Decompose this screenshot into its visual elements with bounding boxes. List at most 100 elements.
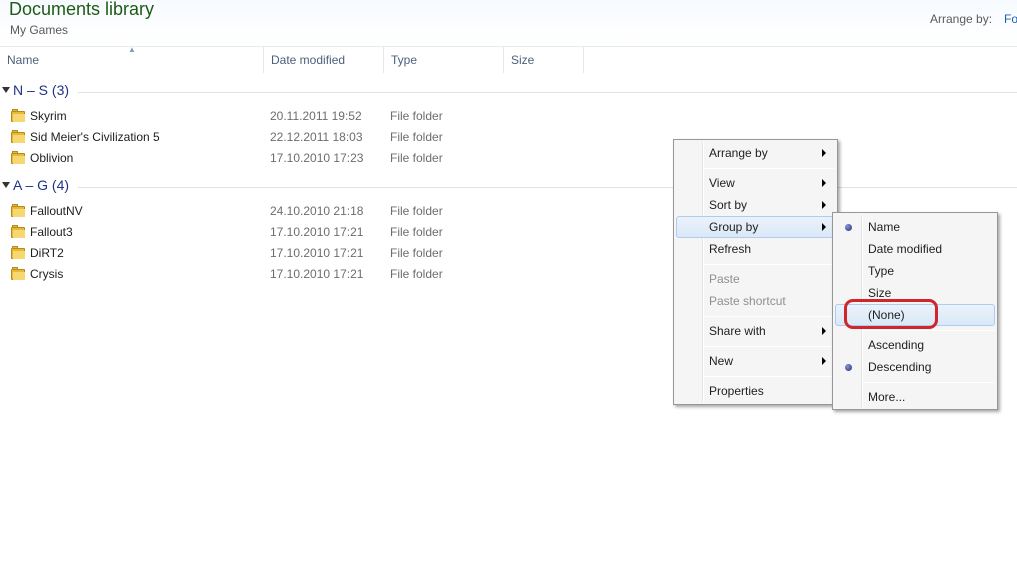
list-item[interactable]: DiRT2 17.10.2010 17:21 File folder: [0, 243, 600, 264]
menu-separator: [704, 376, 835, 377]
annotation-highlight-circle: [844, 299, 938, 329]
item-type: File folder: [390, 246, 443, 260]
item-type: File folder: [390, 225, 443, 239]
menu-separator: [863, 382, 995, 383]
menu-item-label: View: [709, 176, 735, 190]
list-item[interactable]: FalloutNV 24.10.2010 21:18 File folder: [0, 201, 600, 222]
list-item[interactable]: Oblivion 17.10.2010 17:23 File folder: [0, 148, 600, 169]
column-size[interactable]: Size: [504, 47, 584, 73]
item-name: DiRT2: [30, 246, 64, 260]
folder-icon: [11, 109, 25, 122]
folder-icon: [11, 151, 25, 164]
group-header-n-s[interactable]: N – S (3): [0, 81, 1017, 101]
menu-separator: [704, 316, 835, 317]
menu-item-label: Refresh: [709, 242, 752, 256]
menu-item-properties[interactable]: Properties: [676, 380, 835, 402]
item-type: File folder: [390, 267, 443, 281]
list-item[interactable]: Sid Meier's Civilization 5 22.12.2011 18…: [0, 127, 600, 148]
column-date-modified[interactable]: Date modified: [264, 47, 384, 73]
menu-item-view[interactable]: View: [676, 172, 835, 194]
group-label: A – G (4): [13, 177, 70, 193]
group-divider: [78, 187, 1017, 188]
collapse-triangle-icon[interactable]: [2, 182, 10, 188]
item-type: File folder: [390, 151, 443, 165]
submenu-item-ascending[interactable]: Ascending: [835, 334, 995, 356]
menu-item-label: Ascending: [868, 338, 925, 352]
item-name: Crysis: [30, 267, 64, 281]
menu-item-label: New: [709, 354, 734, 368]
item-name: FalloutNV: [30, 204, 83, 218]
column-name[interactable]: Name: [0, 47, 264, 73]
item-type: File folder: [390, 109, 443, 123]
group-divider: [78, 92, 1017, 93]
radio-selected-icon: [845, 364, 852, 371]
library-subtitle: My Games: [10, 23, 69, 37]
item-date: 24.10.2010 21:18: [270, 204, 364, 218]
submenu-arrow-icon: [822, 357, 826, 365]
menu-item-label: More...: [868, 390, 906, 404]
item-name: Oblivion: [30, 151, 74, 165]
menu-item-label: Share with: [709, 324, 766, 338]
menu-item-label: Group by: [709, 220, 759, 234]
menu-item-new[interactable]: New: [676, 350, 835, 372]
menu-item-label: Date modified: [868, 242, 943, 256]
library-header: Documents library My Games Arrange by: F…: [0, 0, 1017, 44]
library-title: Documents library: [9, 0, 155, 19]
item-date: 17.10.2010 17:21: [270, 267, 364, 281]
arrange-by-dropdown[interactable]: Fo: [1004, 12, 1017, 26]
menu-item-label: Paste shortcut: [709, 294, 786, 308]
submenu-arrow-icon: [822, 223, 826, 231]
submenu-item-date-modified[interactable]: Date modified: [835, 238, 995, 260]
submenu-item-name[interactable]: Name: [835, 216, 995, 238]
menu-item-label: Paste: [709, 272, 740, 286]
item-name: Fallout3: [30, 225, 73, 239]
list-item[interactable]: Fallout3 17.10.2010 17:21 File folder: [0, 222, 600, 243]
menu-item-paste-shortcut: Paste shortcut: [676, 290, 835, 312]
menu-item-refresh[interactable]: Refresh: [676, 238, 835, 260]
item-date: 17.10.2010 17:23: [270, 151, 364, 165]
menu-item-paste: Paste: [676, 268, 835, 290]
submenu-arrow-icon: [822, 201, 826, 209]
context-menu: Arrange by View Sort by Group by Refresh…: [673, 139, 838, 405]
menu-separator: [863, 330, 995, 331]
group-label: N – S (3): [13, 82, 70, 98]
folder-icon: [11, 225, 25, 238]
collapse-triangle-icon[interactable]: [2, 87, 10, 93]
item-type: File folder: [390, 130, 443, 144]
column-type[interactable]: Type: [384, 47, 504, 73]
radio-selected-icon: [845, 224, 852, 231]
list-item[interactable]: Crysis 17.10.2010 17:21 File folder: [0, 264, 600, 285]
item-date: 17.10.2010 17:21: [270, 225, 364, 239]
menu-separator: [704, 346, 835, 347]
submenu-item-type[interactable]: Type: [835, 260, 995, 282]
menu-item-label: Type: [868, 264, 895, 278]
folder-icon: [11, 204, 25, 217]
menu-item-label: Sort by: [709, 198, 748, 212]
submenu-arrow-icon: [822, 179, 826, 187]
submenu-item-descending[interactable]: Descending: [835, 356, 995, 378]
item-type: File folder: [390, 204, 443, 218]
submenu-arrow-icon: [822, 327, 826, 335]
submenu-arrow-icon: [822, 149, 826, 157]
list-item[interactable]: Skyrim 20.11.2011 19:52 File folder: [0, 106, 600, 127]
folder-icon: [11, 130, 25, 143]
column-header-bar: ▲ Name Date modified Type Size: [0, 45, 1017, 73]
menu-item-arrange-by[interactable]: Arrange by: [676, 142, 835, 164]
menu-separator: [704, 264, 835, 265]
folder-icon: [11, 267, 25, 280]
group-header-a-g[interactable]: A – G (4): [0, 176, 1017, 196]
menu-item-label: Descending: [868, 360, 932, 374]
item-name: Sid Meier's Civilization 5: [30, 130, 160, 144]
menu-item-label: Properties: [709, 384, 764, 398]
item-date: 17.10.2010 17:21: [270, 246, 364, 260]
menu-item-group-by[interactable]: Group by: [676, 216, 835, 238]
item-date: 20.11.2011 19:52: [270, 109, 362, 123]
menu-item-share-with[interactable]: Share with: [676, 320, 835, 342]
menu-separator: [704, 168, 835, 169]
submenu-item-more[interactable]: More...: [835, 386, 995, 408]
arrange-by-label: Arrange by:: [930, 12, 993, 26]
menu-item-label: Name: [868, 220, 901, 234]
item-date: 22.12.2011 18:03: [270, 130, 363, 144]
menu-item-sort-by[interactable]: Sort by: [676, 194, 835, 216]
menu-item-label: Size: [868, 286, 892, 300]
